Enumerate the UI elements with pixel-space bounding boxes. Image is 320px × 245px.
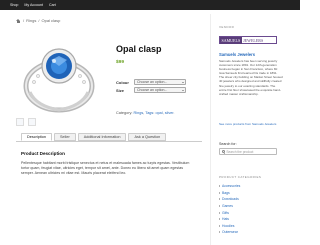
sidebar-divider bbox=[210, 14, 211, 245]
bullet-icon bbox=[219, 198, 220, 201]
category-link[interactable]: Hats bbox=[222, 217, 229, 221]
vendor-logo[interactable]: SAMUELS JEWELERS bbox=[219, 36, 277, 44]
description-text: Pellentesque habitant morbi tristique se… bbox=[21, 161, 190, 175]
top-nav: Shop My Account Cart bbox=[10, 0, 56, 10]
product-tabs: Description Seller Additional Informatio… bbox=[21, 133, 167, 141]
category-item[interactable]: Hats bbox=[219, 216, 240, 223]
category-item[interactable]: Hoodies bbox=[219, 223, 240, 230]
category-link[interactable]: Outerwear bbox=[222, 230, 238, 234]
search-input[interactable]: Search the product bbox=[219, 148, 277, 155]
category-link[interactable]: Games bbox=[222, 204, 233, 208]
variation-size: Size Choose an option... bbox=[116, 87, 186, 93]
home-icon[interactable] bbox=[16, 18, 21, 23]
product-image[interactable] bbox=[16, 36, 102, 118]
vendor-heading: VENDOR bbox=[219, 25, 235, 29]
category-label: Category: bbox=[116, 111, 133, 115]
nav-my-account[interactable]: My Account bbox=[24, 0, 43, 10]
bullet-icon bbox=[219, 218, 220, 221]
bullet-icon bbox=[219, 191, 220, 194]
categories-heading: PRODUCT CATEGORIES bbox=[219, 175, 262, 179]
thumbnail[interactable] bbox=[16, 118, 24, 126]
tab-description[interactable]: Description bbox=[21, 133, 52, 141]
category-list: Accessories Bags Downloads Games Gifts H… bbox=[219, 183, 240, 236]
ring-image bbox=[23, 48, 95, 113]
category-item[interactable]: Bags bbox=[219, 190, 240, 197]
breadcrumb-current: Opal clasp bbox=[41, 18, 61, 23]
category-link[interactable]: Gifts bbox=[222, 211, 229, 215]
category-item[interactable]: Accessories bbox=[219, 183, 240, 190]
category-link[interactable]: Accessories bbox=[222, 184, 240, 188]
search-label: Search for: bbox=[219, 142, 237, 146]
breadcrumb-rings[interactable]: Rings bbox=[26, 18, 36, 23]
category-link-tags[interactable]: Tags bbox=[145, 111, 153, 115]
breadcrumb-separator: / bbox=[38, 18, 40, 23]
search-icon bbox=[221, 149, 225, 154]
colour-select[interactable]: Choose an option... bbox=[134, 79, 186, 85]
bullet-icon bbox=[219, 205, 220, 208]
bullet-icon bbox=[219, 211, 220, 214]
bullet-icon bbox=[219, 224, 220, 227]
bullet-icon bbox=[219, 231, 220, 234]
product-title: Opal clasp bbox=[116, 44, 162, 54]
size-select[interactable]: Choose an option... bbox=[134, 87, 186, 93]
thumbnail[interactable] bbox=[28, 118, 36, 126]
tab-seller[interactable]: Seller bbox=[54, 133, 76, 141]
search-placeholder: Search the product bbox=[226, 149, 254, 154]
category-item[interactable]: Games bbox=[219, 203, 240, 210]
breadcrumb: / Rings / Opal clasp bbox=[16, 18, 60, 23]
tab-divider bbox=[16, 141, 202, 142]
category-link[interactable]: Hoodies bbox=[222, 224, 234, 228]
nav-cart[interactable]: Cart bbox=[49, 0, 56, 10]
category-link[interactable]: Bags bbox=[222, 191, 230, 195]
product-price: $99 bbox=[116, 60, 125, 65]
thumbnail-strip bbox=[16, 118, 36, 126]
logo-left: SAMUELS bbox=[220, 36, 242, 44]
variation-label: Colour bbox=[116, 79, 129, 85]
variation-colour: Colour Choose an option... bbox=[116, 79, 186, 85]
breadcrumb-separator: / bbox=[23, 18, 25, 23]
tag-link-silver[interactable]: silver bbox=[165, 111, 174, 115]
nav-shop[interactable]: Shop bbox=[10, 0, 18, 10]
variation-label: Size bbox=[116, 87, 125, 93]
category-link[interactable]: Downloads bbox=[222, 197, 239, 201]
category-item[interactable]: Downloads bbox=[219, 196, 240, 203]
vendor-name[interactable]: Samuels Jewelers bbox=[219, 52, 255, 57]
tab-additional-information[interactable]: Additional Information bbox=[77, 133, 127, 141]
tab-ask-a-question[interactable]: Ask a Question bbox=[128, 133, 167, 141]
description-heading: Product Description bbox=[21, 151, 65, 156]
tag-link-opal[interactable]: opal bbox=[155, 111, 162, 115]
logo-right: JEWELERS bbox=[243, 37, 264, 43]
category-link-rings[interactable]: Rings bbox=[134, 111, 144, 115]
bullet-icon bbox=[219, 185, 220, 188]
category-item[interactable]: Outerwear bbox=[219, 229, 240, 236]
vendor-description: Samuels Jewelers has been serving jewelr… bbox=[219, 59, 283, 96]
category-item[interactable]: Gifts bbox=[219, 209, 240, 216]
product-meta: Category: Rings, Tags: opal, silver. bbox=[116, 111, 175, 115]
vendor-products-link[interactable]: See more products from Samuels Jewelers bbox=[219, 122, 279, 126]
